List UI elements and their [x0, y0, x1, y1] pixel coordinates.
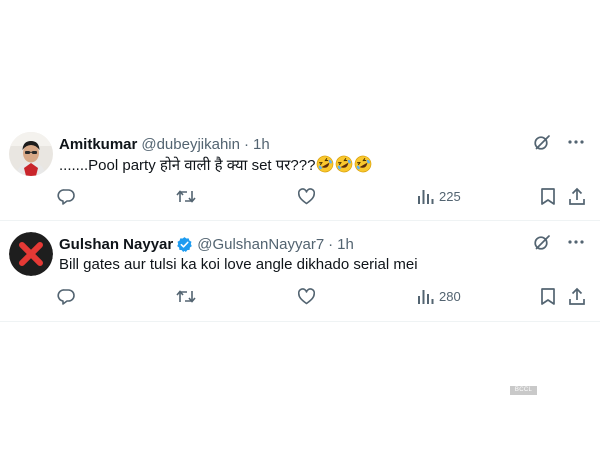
- more-icon[interactable]: [567, 133, 585, 156]
- tweet-feed: Amitkumar @dubeyjikahin · 1h .......Pool…: [0, 121, 600, 322]
- rolling-on-floor-laughing-icon: [336, 155, 353, 173]
- rolling-on-floor-laughing-icon: [317, 155, 334, 173]
- views-button[interactable]: 225: [417, 187, 461, 206]
- retweet-button[interactable]: [176, 287, 196, 306]
- tweet[interactable]: Gulshan Nayyar @GulshanNayyar7 · 1h Bill…: [0, 221, 600, 322]
- tweet-actions: 280: [57, 287, 586, 309]
- tweet[interactable]: Amitkumar @dubeyjikahin · 1h .......Pool…: [0, 121, 600, 221]
- tweet-header-actions: [533, 233, 585, 256]
- like-button[interactable]: [297, 287, 316, 306]
- views-count: 280: [439, 289, 461, 304]
- share-icon: [569, 287, 585, 305]
- tweet-actions: 225: [57, 187, 586, 209]
- avatar[interactable]: [9, 232, 53, 276]
- reply-button[interactable]: [57, 287, 76, 306]
- separator: ·: [243, 135, 249, 153]
- tweet-body: Bill gates aur tulsi ka koi love angle d…: [59, 256, 418, 273]
- handle[interactable]: @GulshanNayyar7: [197, 236, 324, 253]
- grok-icon[interactable]: [533, 233, 551, 256]
- tweet-text: .......Pool party होने वाली है क्या set …: [59, 155, 570, 176]
- tweet-body: .......Pool party होने वाली है क्या set …: [59, 157, 316, 174]
- retweet-icon: [176, 290, 196, 303]
- tweet-header-actions: [533, 133, 585, 156]
- bookmark-icon: [541, 288, 555, 305]
- laughing-emoji-group: [315, 155, 372, 174]
- verified-badge-icon[interactable]: [176, 236, 193, 253]
- bookmark-button[interactable]: [540, 287, 556, 306]
- reply-icon: [57, 189, 75, 205]
- views-button[interactable]: 280: [417, 287, 461, 306]
- avatar[interactable]: [9, 132, 53, 176]
- rolling-on-floor-laughing-icon: [355, 155, 372, 173]
- bookmark-icon: [541, 188, 555, 205]
- views-count: 225: [439, 189, 461, 204]
- like-icon: [297, 188, 316, 205]
- tweet-header: Amitkumar @dubeyjikahin · 1h: [59, 134, 580, 154]
- bookmark-button[interactable]: [540, 187, 556, 206]
- views-icon: [418, 190, 434, 204]
- views-icon: [418, 290, 434, 304]
- grok-icon[interactable]: [533, 133, 551, 156]
- reply-button[interactable]: [57, 187, 76, 206]
- timestamp[interactable]: 1h: [253, 136, 270, 153]
- share-button[interactable]: [568, 187, 586, 206]
- like-button[interactable]: [297, 187, 316, 206]
- share-button[interactable]: [568, 287, 586, 306]
- retweet-icon: [176, 190, 196, 203]
- reply-icon: [57, 289, 75, 305]
- tweet-text: Bill gates aur tulsi ka koi love angle d…: [59, 255, 570, 275]
- display-name[interactable]: Amitkumar: [59, 136, 137, 153]
- retweet-button[interactable]: [176, 187, 196, 206]
- more-icon[interactable]: [567, 233, 585, 256]
- display-name[interactable]: Gulshan Nayyar: [59, 236, 173, 253]
- handle[interactable]: @dubeyjikahin: [141, 136, 240, 153]
- separator: ·: [328, 235, 334, 253]
- like-icon: [297, 288, 316, 305]
- share-icon: [569, 187, 585, 205]
- timestamp[interactable]: 1h: [337, 236, 354, 253]
- tweet-header: Gulshan Nayyar @GulshanNayyar7 · 1h: [59, 234, 580, 254]
- watermark: BCCL: [510, 386, 537, 395]
